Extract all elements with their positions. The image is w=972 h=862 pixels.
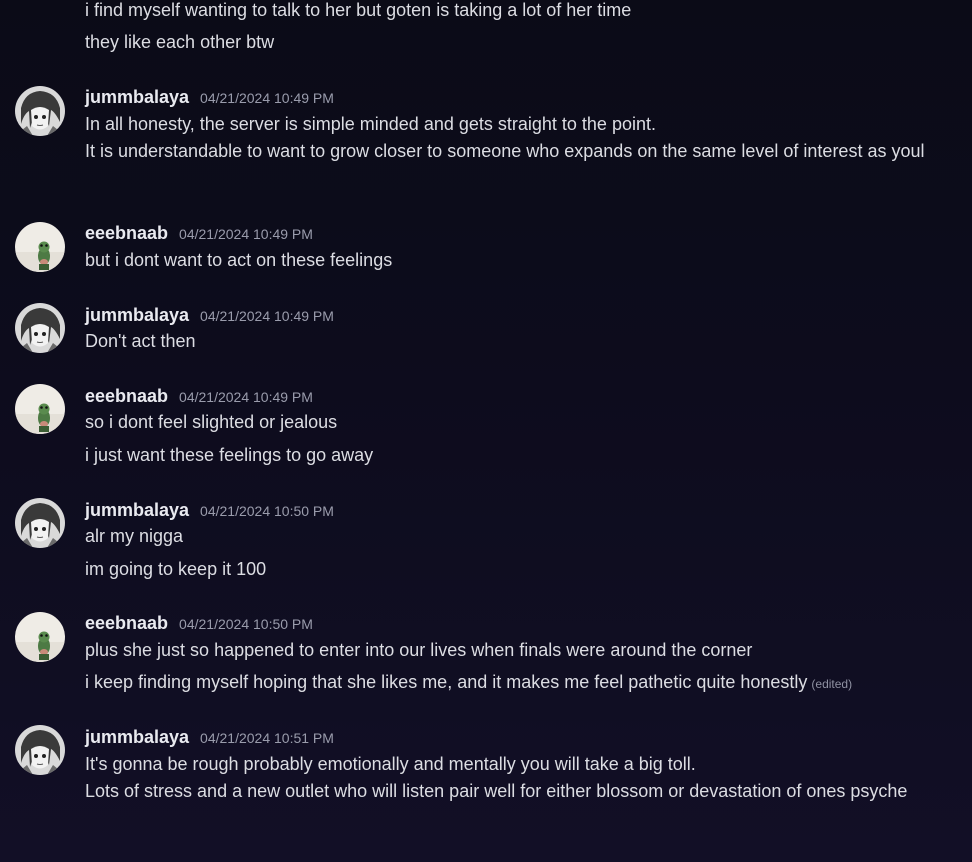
user-avatar-eeebnaab[interactable] [15,222,65,272]
timestamp: 04/21/2024 10:50 PM [200,503,334,519]
message-line: so i dont feel slighted or jealous [85,412,338,432]
timestamp: 04/21/2024 10:49 PM [200,308,334,324]
message-line: Don't act then [85,331,196,351]
message-line: It is understandable to want to grow clo… [85,141,925,161]
username[interactable]: jummbalaya [85,303,189,327]
message-header: jummbalaya 04/21/2024 10:50 PM [85,498,334,522]
user-avatar-jummbalaya[interactable] [15,86,65,136]
user-avatar-jummbalaya[interactable] [15,498,65,548]
edited-indicator: (edited) [811,677,853,691]
user-avatar-eeebnaab[interactable] [15,612,65,662]
user-avatar-eeebnaab[interactable] [15,384,65,434]
message-line: alr my nigga [85,526,184,546]
message-line: plus she just so happened to enter into … [85,640,753,660]
user-avatar-jummbalaya[interactable] [15,303,65,353]
timestamp: 04/21/2024 10:49 PM [179,226,313,242]
message-line: they like each other btw [85,32,275,52]
username[interactable]: eeebnaab [85,384,168,408]
message-line: It's gonna be rough probably emotionally… [85,754,696,774]
message-header: jummbalaya 04/21/2024 10:49 PM [85,303,334,327]
message-header: jummbalaya 04/21/2024 10:51 PM [85,725,334,749]
message-header: eeebnaab 04/21/2024 10:49 PM [85,221,313,245]
timestamp: 04/21/2024 10:51 PM [200,730,334,746]
username[interactable]: eeebnaab [85,221,168,245]
chat-message-list[interactable]: i find myself wanting to talk to her but… [0,0,972,862]
user-avatar-jummbalaya[interactable] [15,725,65,775]
username[interactable]: jummbalaya [85,498,189,522]
message-line: im going to keep it 100 [85,559,267,579]
message-line: i keep finding myself hoping that she li… [85,668,852,698]
message-header: eeebnaab 04/21/2024 10:50 PM [85,611,313,635]
timestamp: 04/21/2024 10:49 PM [200,90,334,106]
message-line: i find myself wanting to talk to her but… [85,0,632,20]
username[interactable]: jummbalaya [85,725,189,749]
message-line: but i dont want to act on these feelings [85,250,393,270]
message-text: i keep finding myself hoping that she li… [85,672,808,692]
timestamp: 04/21/2024 10:50 PM [179,616,313,632]
username[interactable]: jummbalaya [85,85,189,109]
message-line: i just want these feelings to go away [85,445,374,465]
message-line: Lots of stress and a new outlet who will… [85,781,908,801]
message-line: In all honesty, the server is simple min… [85,114,656,134]
message-header: jummbalaya 04/21/2024 10:49 PM [85,85,334,109]
username[interactable]: eeebnaab [85,611,168,635]
message-header: eeebnaab 04/21/2024 10:49 PM [85,384,313,408]
timestamp: 04/21/2024 10:49 PM [179,389,313,405]
